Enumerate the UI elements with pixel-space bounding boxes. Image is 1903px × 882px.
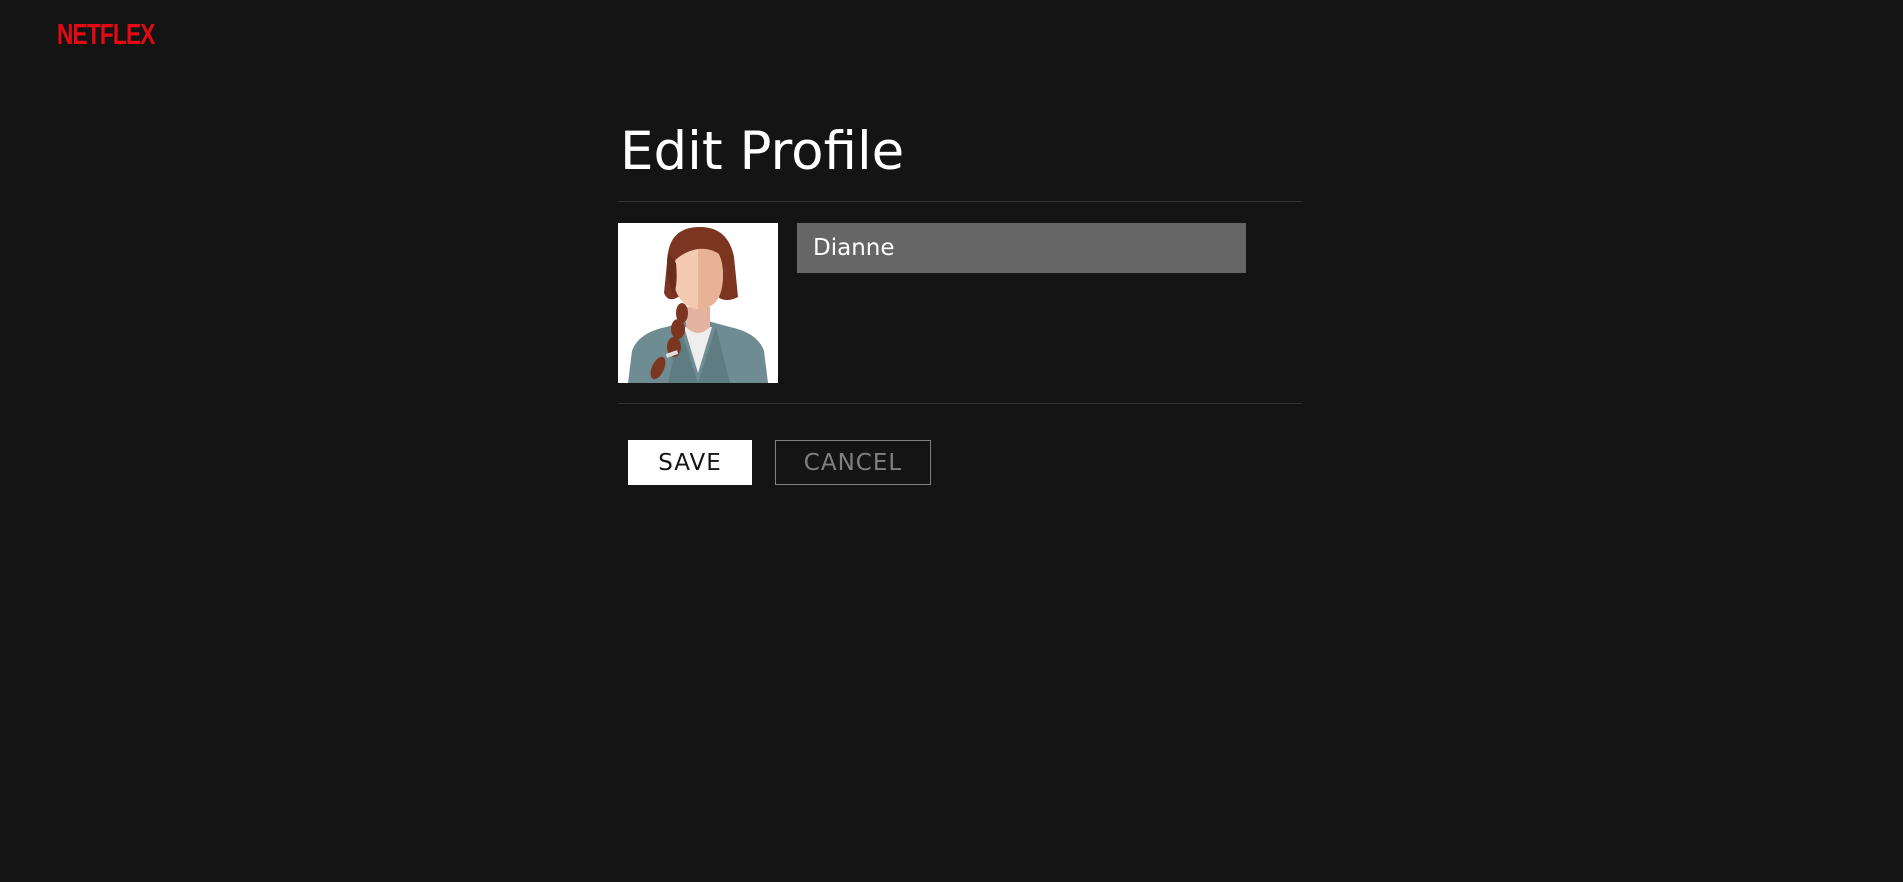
action-buttons: SAVE CANCEL (618, 404, 1302, 485)
netflex-logo[interactable]: NETFLEX (57, 19, 155, 52)
woman-avatar-icon[interactable] (618, 223, 778, 383)
cancel-button[interactable]: CANCEL (775, 440, 931, 485)
save-button[interactable]: SAVE (628, 440, 752, 485)
page-title: Edit Profile (620, 121, 905, 182)
edit-profile-panel: Edit Profile Dianne SAVE CANCEL (618, 115, 1302, 485)
profile-entry (618, 202, 1302, 403)
profile-name-input[interactable] (797, 223, 1246, 273)
avatar-illustration (628, 227, 768, 383)
